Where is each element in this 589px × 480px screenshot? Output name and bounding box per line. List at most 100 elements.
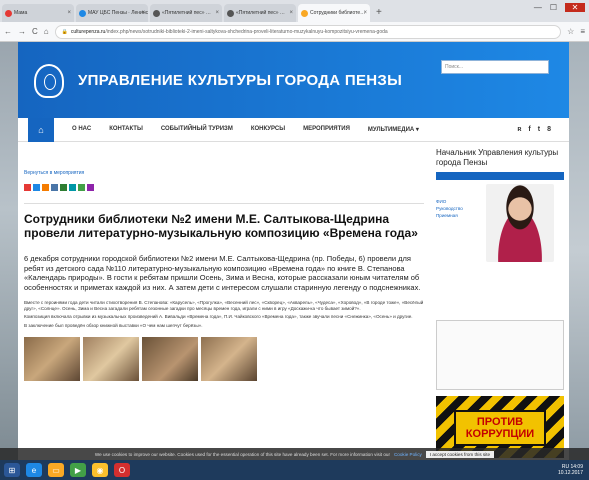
media-icon[interactable]: ▶ (70, 463, 86, 477)
cookie-policy-link[interactable]: Cookie Policy (394, 452, 422, 457)
gallery-photo[interactable] (24, 336, 80, 381)
reload-icon[interactable]: C (32, 27, 38, 36)
share-button-icon[interactable] (69, 184, 76, 191)
bookmark-star-icon[interactable]: ☆ (567, 27, 574, 36)
ie-icon[interactable]: e (26, 463, 42, 477)
article: Вернуться в мероприятия Сотрудники библи… (24, 148, 428, 381)
share-button-icon[interactable] (42, 184, 49, 191)
city-emblem-logo[interactable] (34, 64, 64, 98)
sidebar-link[interactable]: Руководство (436, 205, 463, 212)
nav-item[interactable]: КОНТАКТЫ (109, 126, 143, 133)
sidebar-heading: Начальник Управления культуры города Пен… (436, 148, 559, 167)
maximize-icon[interactable]: ☐ (550, 3, 557, 12)
sidebar-widget-box (436, 320, 564, 390)
tab-favicon-icon (227, 9, 234, 17)
banner-line-1: ПРОТИВ (476, 416, 524, 428)
nav-item[interactable]: МУЛЬТИМЕДИА ▾ (368, 126, 419, 133)
browser-tab[interactable]: Сотрудники библиоте… × (298, 4, 370, 22)
main-nav: ⌂ О НАС КОНТАКТЫ СОБЫТИЙНЫЙ ТУРИЗМ КОНКУРСЫ… (18, 117, 569, 142)
tab-label: «Пятилетний пес» … (162, 10, 211, 16)
url-field[interactable]: 🔒 culturepenza.ru /index.php/news/sotrud… (54, 24, 562, 39)
tab-close-icon[interactable]: × (141, 10, 145, 16)
browser-tab[interactable]: МАУ ЦБС Пензы · Ленинс × (76, 4, 148, 22)
minimize-icon[interactable]: — (534, 3, 542, 12)
nav-item[interactable]: О НАС (72, 126, 91, 133)
web-page: УПРАВЛЕНИЕ КУЛЬТУРЫ ГОРОДА ПЕНЗЫ Поиск..… (0, 42, 589, 460)
menu-icon[interactable]: ≡ (580, 27, 585, 36)
start-icon[interactable]: ⊞ (4, 463, 20, 477)
sidebar-link[interactable]: ФИО (436, 198, 463, 205)
article-body-3: В заключение был проведён обзор книжной … (24, 322, 203, 328)
browser-tab[interactable]: «Пятилетний пес» … × (224, 4, 296, 22)
home-icon[interactable]: ⌂ (44, 27, 49, 36)
breadcrumb[interactable]: Вернуться в мероприятия (24, 170, 428, 176)
sidebar-links: ФИО Руководство Приемная (436, 198, 463, 219)
home-nav-icon[interactable]: ⌂ (28, 117, 54, 142)
cookie-text: We use cookies to improve our website. C… (94, 451, 390, 457)
tab-label: «Пятилетний пес» … (236, 10, 285, 16)
forward-icon[interactable]: → (18, 27, 26, 36)
tab-label: Сотрудники библиоте… (310, 10, 366, 16)
site-title[interactable]: УПРАВЛЕНИЕ КУЛЬТУРЫ ГОРОДА ПЕНЗЫ (78, 72, 402, 89)
tab-close-icon[interactable]: × (363, 10, 367, 16)
close-window-icon[interactable]: ✕ (565, 3, 585, 12)
tab-close-icon[interactable]: × (215, 10, 219, 16)
tab-close-icon[interactable]: × (67, 10, 71, 16)
rss-icon[interactable]: ʀ (517, 126, 521, 133)
site-header: УПРАВЛЕНИЕ КУЛЬТУРЫ ГОРОДА ПЕНЗЫ Поиск..… (18, 42, 569, 118)
gallery-photo[interactable] (201, 336, 257, 381)
chrome-icon[interactable]: ◉ (92, 463, 108, 477)
share-buttons (24, 184, 428, 191)
system-tray: RU 14:09 10.12.2017 (558, 464, 583, 476)
browser-tab[interactable]: «Пятилетний пес» … × (150, 4, 222, 22)
tab-favicon-icon (301, 9, 308, 17)
cookie-notice: We use cookies to improve our website. C… (0, 448, 589, 460)
nav-item[interactable]: КОНКУРСЫ (251, 126, 285, 133)
odnoklassniki-icon[interactable]: 8 (547, 126, 551, 133)
gallery-photo[interactable] (83, 336, 139, 381)
search-input[interactable]: Поиск... (441, 60, 549, 74)
social-links: ʀf t8 (517, 126, 551, 133)
accept-cookies-button[interactable]: I accept cookies from this site (425, 450, 495, 458)
nav-item[interactable]: МЕРОПРИЯТИЯ (303, 126, 350, 133)
sidebar: Начальник Управления культуры города Пен… (436, 148, 564, 458)
share-button-icon[interactable] (78, 184, 85, 191)
head-portrait-photo (486, 184, 554, 262)
article-lead: 6 декабря сотрудники городской библиотек… (24, 254, 421, 292)
share-button-icon[interactable] (60, 184, 67, 191)
facebook-icon[interactable]: f (528, 126, 530, 133)
share-button-icon[interactable] (87, 184, 94, 191)
tab-favicon-icon (153, 9, 160, 17)
tab-close-icon[interactable]: × (289, 10, 293, 16)
sidebar-accent-bar (436, 172, 564, 180)
folder-icon[interactable]: ▭ (48, 463, 64, 477)
url-host: culturepenza.ru (70, 28, 106, 35)
divider (24, 203, 424, 204)
article-body-2: Композиция включала отрывки из музыкальн… (24, 314, 413, 320)
browser-tab[interactable]: Мама × (2, 4, 74, 22)
background-photo-right (569, 42, 589, 460)
tab-label: Мама (14, 10, 28, 16)
tab-label: МАУ ЦБС Пензы · Ленинс (88, 10, 148, 16)
clock-date[interactable]: 10.12.2017 (558, 470, 583, 476)
twitter-icon[interactable]: t (538, 126, 540, 133)
gallery-photo[interactable] (142, 336, 198, 381)
new-tab-button[interactable]: + (376, 4, 382, 22)
nav-item[interactable]: СОБЫТИЙНЫЙ ТУРИЗМ (161, 126, 233, 133)
url-path: /index.php/news/sotrudniki-biblioteki-2-… (105, 28, 388, 35)
tab-favicon-icon (79, 9, 86, 17)
lock-icon: 🔒 (61, 28, 68, 35)
tab-favicon-icon (5, 9, 12, 17)
share-button-icon[interactable] (24, 184, 31, 191)
address-bar: ← → C ⌂ 🔒 culturepenza.ru /index.php/new… (0, 22, 589, 42)
browser-tab-strip: Мама × МАУ ЦБС Пензы · Ленинс × «Пятилетний … (0, 0, 589, 22)
banner-line-2: КОРРУПЦИИ (465, 428, 535, 440)
content-area: Вернуться в мероприятия Сотрудники библи… (18, 142, 569, 460)
opera-icon[interactable]: O (114, 463, 130, 477)
sidebar-link[interactable]: Приемная (436, 212, 463, 219)
background-photo-left (0, 42, 18, 460)
back-icon[interactable]: ← (4, 27, 12, 36)
windows-taskbar: ⊞ e ▭ ▶ ◉ O RU 14:09 10.12.2017 (0, 460, 589, 480)
share-button-icon[interactable] (51, 184, 58, 191)
share-button-icon[interactable] (33, 184, 40, 191)
